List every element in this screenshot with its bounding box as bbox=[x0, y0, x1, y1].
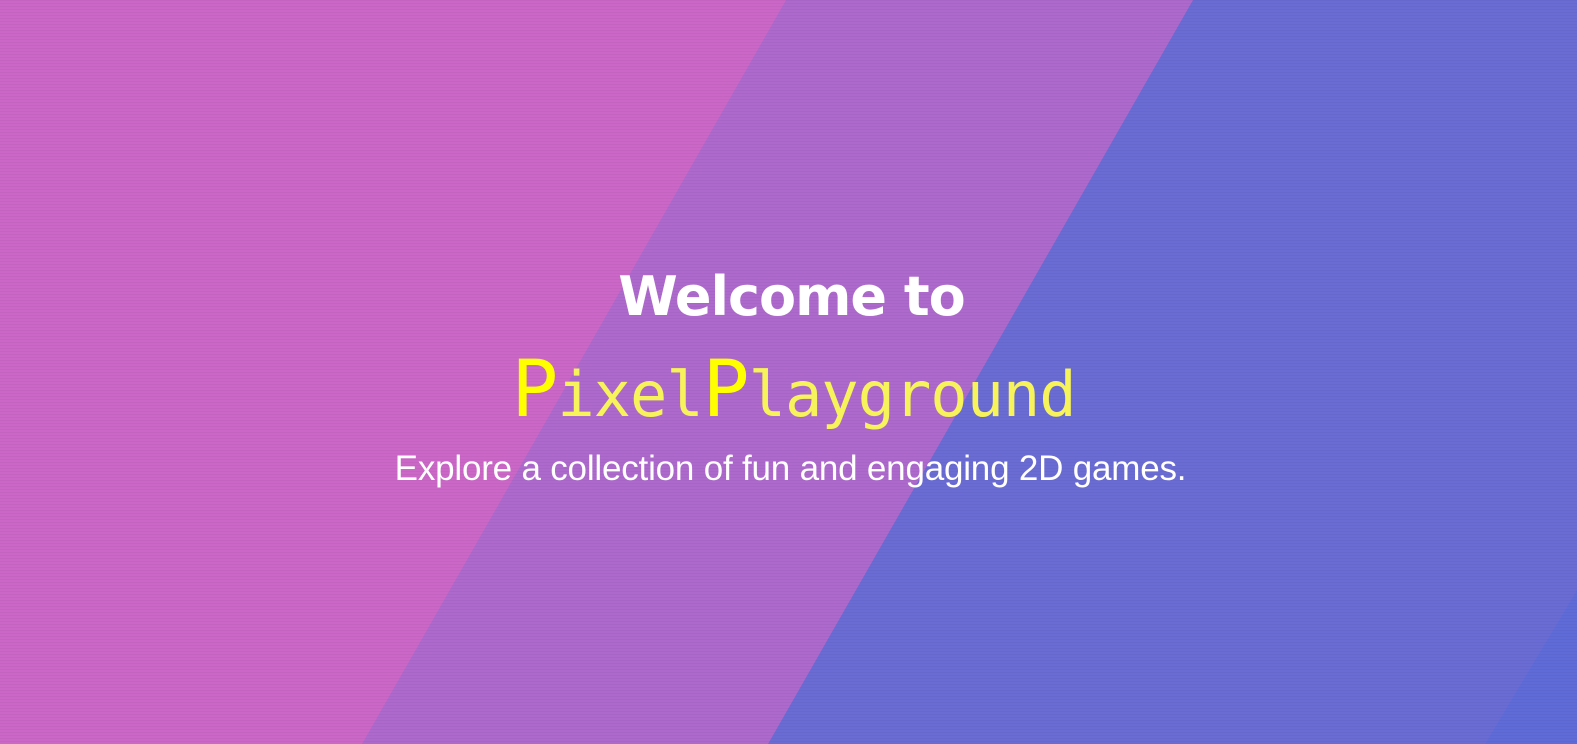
brand-cap-second: P bbox=[702, 345, 750, 435]
brand-cap-first: P bbox=[511, 345, 558, 435]
hero-section: Welcome to PixelPlayground Explore a col… bbox=[0, 0, 1577, 744]
hero-tagline: Explore a collection of fun and engaging… bbox=[394, 449, 1187, 488]
brand-title: PixelPlayground bbox=[0, 345, 1577, 440]
brand-part-first: ixel bbox=[557, 358, 703, 431]
welcome-heading: Welcome to bbox=[618, 265, 965, 328]
hero-content: Welcome to PixelPlayground Explore a col… bbox=[0, 0, 1577, 744]
brand-part-second: layground bbox=[748, 358, 1077, 431]
